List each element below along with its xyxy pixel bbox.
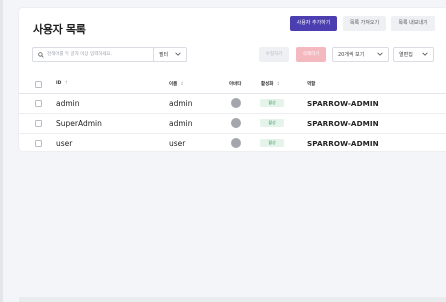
user-id: SuperAdmin [56,119,102,128]
page-size-label: 20개씩 보기 [338,52,365,58]
sort-icon: ↕ [276,82,281,87]
user-role: SPARROW-ADMIN [307,99,379,108]
add-user-button[interactable]: 사용자 추가하기 [290,16,337,31]
column-active[interactable]: 활성화 ↕ [261,81,280,87]
avatar [231,98,241,108]
table-header: ID ↑ 이름 ↕ 아바타 활성화 ↕ 역할 [19,76,446,94]
user-id: admin [56,99,80,108]
chevron-down-icon [422,51,428,58]
table-row[interactable]: user user 활성 SPARROW-ADMIN [19,134,446,153]
delete-button[interactable]: 삭제하기 [296,47,326,62]
table-row[interactable]: admin admin 활성 SPARROW-ADMIN [19,94,446,114]
row-checkbox[interactable] [35,100,42,107]
status-badge: 활성 [260,99,284,107]
sort-up-icon: ↑ [64,81,69,86]
column-role: 역할 [307,82,316,87]
content-area-edge [19,297,446,302]
row-checkbox[interactable] [35,140,42,147]
column-id[interactable]: ID ↑ [56,81,68,86]
user-list-panel: 사용자 목록 사용자 추가하기 목록 가져오기 목록 내보내기 필터 수정하기 … [19,8,446,151]
select-all-checkbox[interactable] [35,81,42,88]
sort-icon: ↕ [180,82,185,87]
user-table: ID ↑ 이름 ↕ 아바타 활성화 ↕ 역할 admin admin 활성 SPARR… [19,76,446,153]
filter-label: 필터 [159,52,169,58]
edit-button[interactable]: 수정하기 [259,47,289,62]
user-name: user [169,139,186,148]
table-row[interactable]: SuperAdmin admin 활성 SPARROW-ADMIN [19,114,446,134]
column-edit-label: 열편집 [399,52,413,58]
page-size-select[interactable]: 20개씩 보기 [332,47,389,62]
window-edge [0,0,3,302]
export-list-button[interactable]: 목록 내보내기 [391,16,435,31]
filter-select[interactable]: 필터 [153,47,187,62]
chevron-down-icon [377,51,383,58]
user-role: SPARROW-ADMIN [307,119,379,128]
user-name: admin [169,99,193,108]
column-edit-select[interactable]: 열편집 [393,47,434,62]
column-name[interactable]: 이름 ↕ [169,81,184,87]
search-box[interactable] [32,47,167,62]
page-title: 사용자 목록 [33,23,86,36]
column-avatar: 아바타 [229,82,242,87]
user-id: user [56,139,73,148]
import-list-button[interactable]: 목록 가져오기 [343,16,386,31]
status-badge: 활성 [260,119,284,127]
search-input[interactable] [44,49,157,60]
row-checkbox[interactable] [35,120,42,127]
avatar [231,138,241,148]
user-name: admin [169,119,193,128]
user-role: SPARROW-ADMIN [307,139,379,148]
status-badge: 활성 [260,139,284,147]
avatar [231,118,241,128]
chevron-down-icon [175,51,181,58]
